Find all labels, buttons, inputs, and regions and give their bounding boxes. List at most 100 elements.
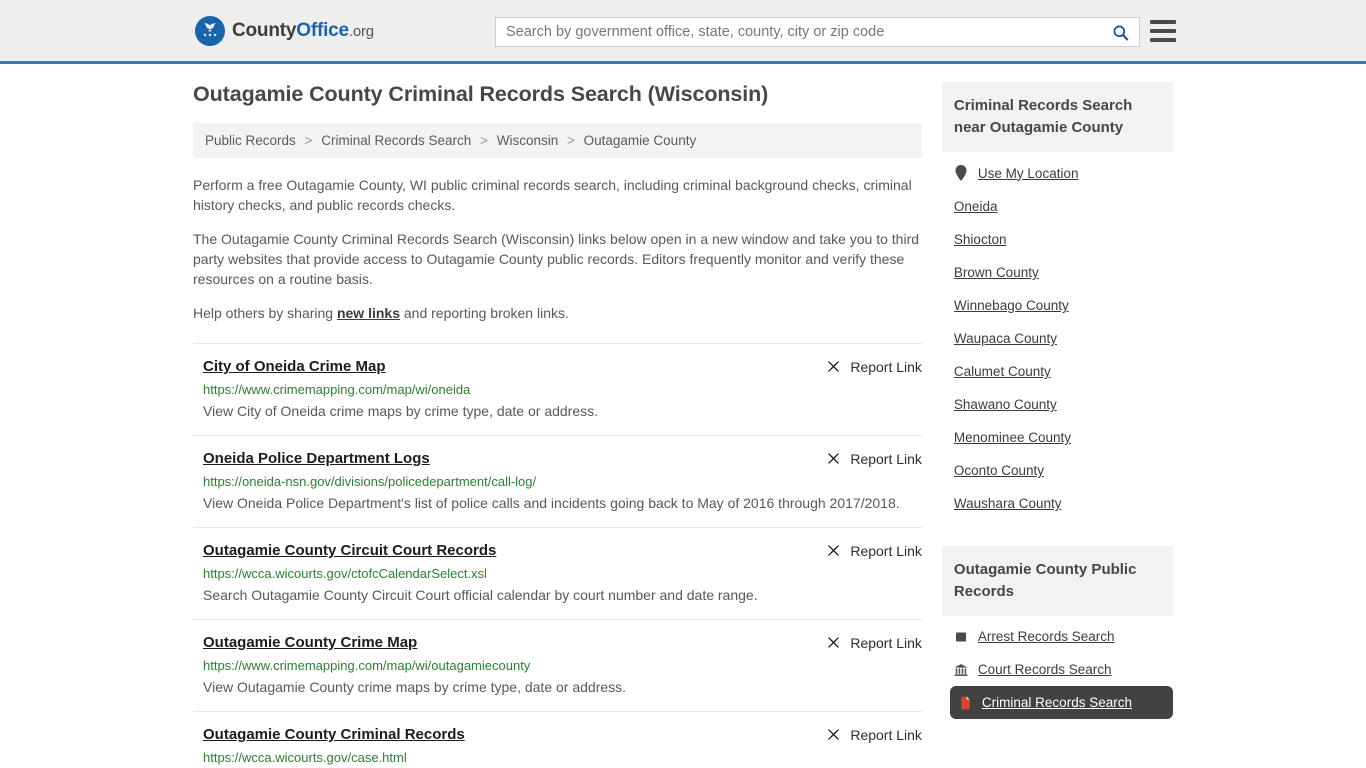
report-link-button[interactable]: Report Link bbox=[825, 541, 922, 559]
share-text-after: and reporting broken links. bbox=[400, 305, 569, 321]
intro-paragraph-3: Help others by sharing new links and rep… bbox=[193, 303, 922, 323]
public-record-link[interactable]: Criminal Records Search bbox=[982, 695, 1132, 710]
public-records-list: Arrest Records Search Court Records Sear… bbox=[942, 616, 1173, 719]
result-url: https://www.crimemapping.com/map/wi/outa… bbox=[203, 658, 531, 673]
sidebar-card-gap bbox=[942, 520, 1173, 546]
report-link-button[interactable]: Report Link bbox=[825, 725, 922, 743]
nearby-link[interactable]: Oneida bbox=[954, 199, 998, 214]
result-item: Outagamie County Circuit Court Records R… bbox=[193, 527, 922, 619]
nearby-link[interactable]: Menominee County bbox=[954, 430, 1071, 445]
nearby-link[interactable]: Shiocton bbox=[954, 232, 1007, 247]
sidebar-item-winnebago-county[interactable]: Winnebago County bbox=[954, 289, 1173, 322]
sidebar-item-arrest-records-search[interactable]: Arrest Records Search bbox=[954, 620, 1173, 653]
page-body: Outagamie County Criminal Records Search… bbox=[0, 64, 1366, 768]
intro-text: Perform a free Outagamie County, WI publ… bbox=[193, 175, 922, 323]
nearby-card-heading: Criminal Records Search near Outagamie C… bbox=[941, 82, 1173, 152]
id-card-icon bbox=[954, 631, 969, 643]
result-title-link[interactable]: Outagamie County Crime Map bbox=[203, 633, 417, 652]
report-link-button[interactable]: Report Link bbox=[825, 357, 922, 375]
search-icon bbox=[1113, 25, 1128, 40]
result-url: https://www.crimemapping.com/map/wi/onei… bbox=[203, 382, 471, 397]
result-description: View Oneida Police Department's list of … bbox=[203, 495, 900, 511]
report-link-label: Report Link bbox=[850, 358, 922, 375]
sidebar-item-waupaca-county[interactable]: Waupaca County bbox=[954, 322, 1173, 355]
sidebar-item-calumet-county[interactable]: Calumet County bbox=[954, 355, 1173, 388]
broken-link-icon bbox=[828, 637, 840, 648]
result-url: https://wcca.wicourts.gov/ctofcCalendarS… bbox=[203, 566, 487, 581]
nearby-link[interactable]: Waushara County bbox=[954, 496, 1062, 511]
page-title: Outagamie County Criminal Records Search… bbox=[193, 82, 769, 106]
use-my-location-item[interactable]: Use My Location bbox=[954, 156, 1173, 190]
breadcrumb-item-outagamie-county[interactable]: Outagamie County bbox=[584, 133, 697, 148]
breadcrumb: Public Records > Criminal Records Search… bbox=[193, 123, 922, 158]
sidebar-item-oconto-county[interactable]: Oconto County bbox=[954, 454, 1173, 487]
hamburger-bar-1 bbox=[1150, 20, 1176, 24]
sidebar-item-brown-county[interactable]: Brown County bbox=[954, 256, 1173, 289]
site-header: CountyOffice.org bbox=[0, 0, 1366, 64]
sidebar-item-shiocton[interactable]: Shiocton bbox=[954, 223, 1173, 256]
sidebar-item-menominee-county[interactable]: Menominee County bbox=[954, 421, 1173, 454]
report-link-label: Report Link bbox=[850, 542, 922, 559]
result-title-link[interactable]: City of Oneida Crime Map bbox=[203, 357, 386, 376]
nearby-link[interactable]: Brown County bbox=[954, 265, 1039, 280]
sidebar-item-criminal-records-search[interactable]: Criminal Records Search bbox=[949, 686, 1173, 719]
eagle-seal-icon bbox=[195, 15, 225, 46]
breadcrumb-separator: > bbox=[480, 133, 488, 148]
nearby-link[interactable]: Calumet County bbox=[954, 364, 1051, 379]
result-header: City of Oneida Crime Map Report Link bbox=[203, 357, 922, 376]
result-description: Search Outagamie County Circuit Court of… bbox=[203, 587, 758, 603]
result-description: View City of Oneida crime maps by crime … bbox=[203, 403, 599, 419]
result-url: https://oneida-nsn.gov/divisions/policed… bbox=[203, 474, 537, 489]
result-description: View Outagamie County crime maps by crim… bbox=[203, 679, 627, 695]
intro-paragraph-2: The Outagamie County Criminal Records Se… bbox=[193, 231, 920, 287]
share-text-before: Help others by sharing bbox=[193, 305, 337, 321]
breadcrumb-item-criminal-records-search[interactable]: Criminal Records Search bbox=[321, 133, 471, 148]
result-title-link[interactable]: Outagamie County Circuit Court Records bbox=[203, 541, 496, 560]
nearby-link[interactable]: Winnebago County bbox=[954, 298, 1069, 313]
result-item: City of Oneida Crime Map Report Link htt… bbox=[193, 343, 922, 435]
sidebar-item-oneida[interactable]: Oneida bbox=[954, 190, 1173, 223]
breadcrumb-item-public-records[interactable]: Public Records bbox=[205, 133, 296, 148]
result-item: Oneida Police Department Logs Report Lin… bbox=[193, 435, 922, 527]
report-link-label: Report Link bbox=[850, 726, 922, 743]
report-link-button[interactable]: Report Link bbox=[825, 633, 922, 651]
search-button[interactable] bbox=[1101, 18, 1139, 46]
sidebar-item-court-records-search[interactable]: Court Records Search bbox=[954, 653, 1173, 686]
logo-text-tld: .org bbox=[348, 22, 374, 40]
sidebar: Criminal Records Search near Outagamie C… bbox=[941, 82, 1173, 768]
nearby-link[interactable]: Oconto County bbox=[954, 463, 1044, 478]
nearby-link[interactable]: Waupaca County bbox=[954, 331, 1057, 346]
breadcrumb-separator: > bbox=[566, 133, 575, 148]
public-record-link[interactable]: Arrest Records Search bbox=[978, 629, 1115, 644]
use-my-location-link[interactable]: Use My Location bbox=[978, 166, 1079, 181]
hamburger-menu-icon[interactable] bbox=[1150, 20, 1176, 42]
broken-link-icon bbox=[828, 545, 840, 556]
new-links-link[interactable]: new links bbox=[337, 305, 400, 321]
result-title-link[interactable]: Outagamie County Criminal Records bbox=[203, 725, 465, 744]
public-records-card-heading: Outagamie County Public Records bbox=[941, 546, 1173, 616]
logo-text-office: Office bbox=[296, 19, 349, 41]
hamburger-bar-3 bbox=[1150, 38, 1176, 42]
nearby-link[interactable]: Shawano County bbox=[954, 397, 1057, 412]
search-input[interactable] bbox=[496, 18, 1101, 46]
report-link-button[interactable]: Report Link bbox=[825, 449, 922, 467]
result-title-link[interactable]: Oneida Police Department Logs bbox=[203, 449, 430, 468]
document-icon bbox=[958, 696, 973, 710]
public-record-link[interactable]: Court Records Search bbox=[978, 662, 1112, 677]
broken-link-icon bbox=[828, 361, 840, 372]
report-link-label: Report Link bbox=[850, 450, 922, 467]
content-container: Outagamie County Criminal Records Search… bbox=[193, 82, 1173, 768]
main-column: Outagamie County Criminal Records Search… bbox=[193, 82, 922, 768]
site-logo[interactable]: CountyOffice.org bbox=[195, 15, 374, 46]
site-logo-text: CountyOffice.org bbox=[232, 20, 374, 42]
sidebar-item-waushara-county[interactable]: Waushara County bbox=[954, 487, 1173, 520]
result-header: Outagamie County Criminal Records Report… bbox=[203, 725, 922, 744]
result-url: https://wcca.wicourts.gov/case.html bbox=[203, 750, 407, 765]
search-bar bbox=[495, 17, 1140, 47]
intro-paragraph-1: Perform a free Outagamie County, WI publ… bbox=[193, 177, 912, 213]
courthouse-icon bbox=[954, 663, 969, 677]
breadcrumb-separator: > bbox=[304, 133, 313, 148]
breadcrumb-item-wisconsin[interactable]: Wisconsin bbox=[497, 133, 559, 148]
sidebar-item-shawano-county[interactable]: Shawano County bbox=[954, 388, 1173, 421]
result-item: Outagamie County Crime Map Report Link h… bbox=[193, 619, 922, 711]
